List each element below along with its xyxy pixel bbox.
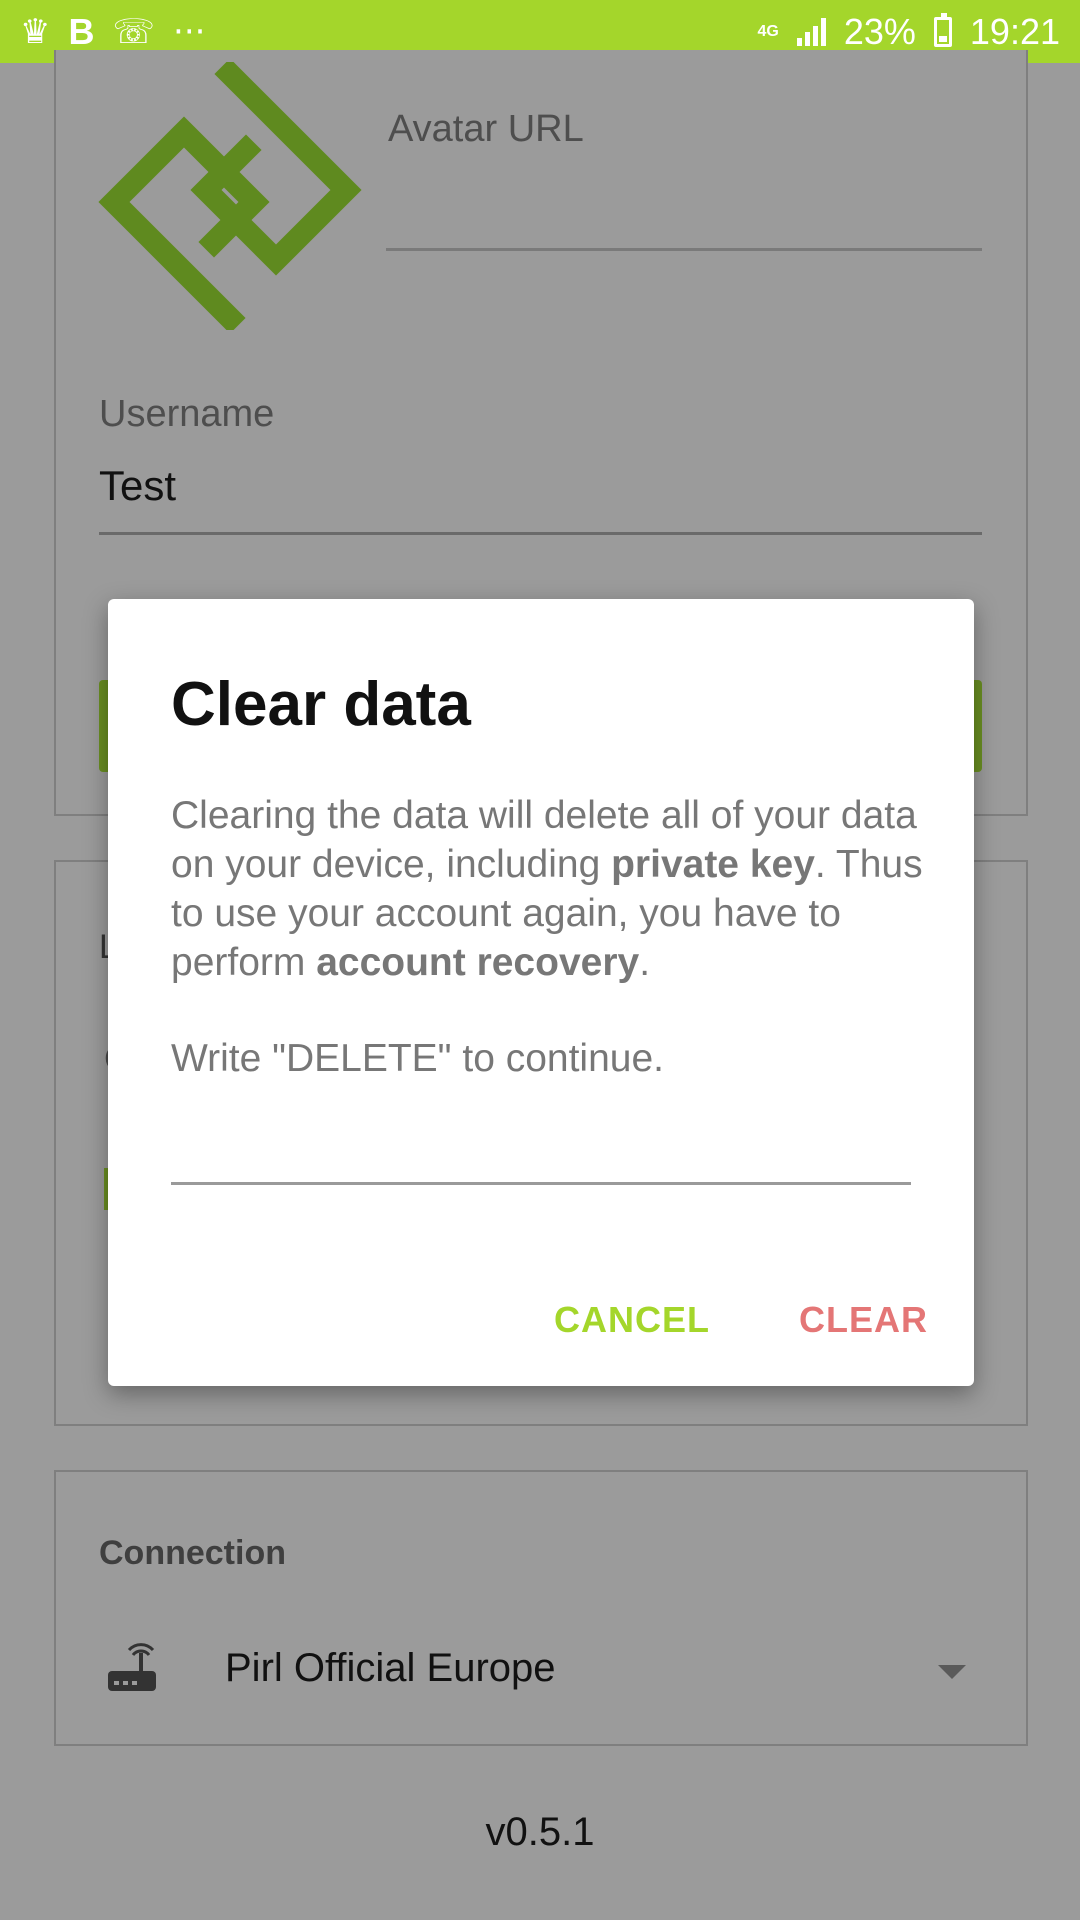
username-label: Username [99,393,275,435]
delete-confirm-input[interactable] [171,1129,911,1185]
b-icon: B [68,10,95,52]
connection-card [54,1470,1028,1746]
signal-icon [796,17,826,46]
clock: 19:21 [969,10,1060,52]
router-icon [108,1643,156,1691]
dialog-message-part: . [639,941,651,984]
missed-call-icon: ☏ [112,11,156,52]
network-select[interactable]: Pirl Official Europe [225,1646,556,1691]
clear-data-dialog: Clear data Clearing the data will delete… [108,599,974,1386]
chevron-down-icon[interactable] [938,1665,966,1679]
clear-button[interactable]: CLEAR [799,1299,928,1341]
dialog-message-bold: private key [611,843,815,886]
dialog-message-bold: account recovery [316,941,640,984]
status-right: 4G 23% 19:21 [758,11,1061,53]
app-logo-icon [98,62,362,330]
battery-percent: 23% [843,10,916,52]
avatar-url-label: Avatar URL [388,108,584,150]
connection-label: Connection [99,1534,286,1572]
dialog-title: Clear data [171,670,471,739]
username-underline [99,532,982,535]
dialog-prompt: Write "DELETE" to continue. [171,1037,665,1080]
crown-icon: ♛ [20,11,51,52]
cancel-button[interactable]: CANCEL [554,1299,710,1341]
battery-icon [933,12,952,47]
more-icon: ··· [173,11,206,52]
username-input[interactable]: Test [99,462,176,510]
network-type: 4G [757,22,779,40]
app-version: v0.5.1 [485,1810,595,1854]
dialog-message: Clearing the data will delete all of you… [171,791,931,987]
avatar-url-input[interactable] [386,248,982,251]
status-left: ♛ B ☏ ··· [20,10,206,52]
